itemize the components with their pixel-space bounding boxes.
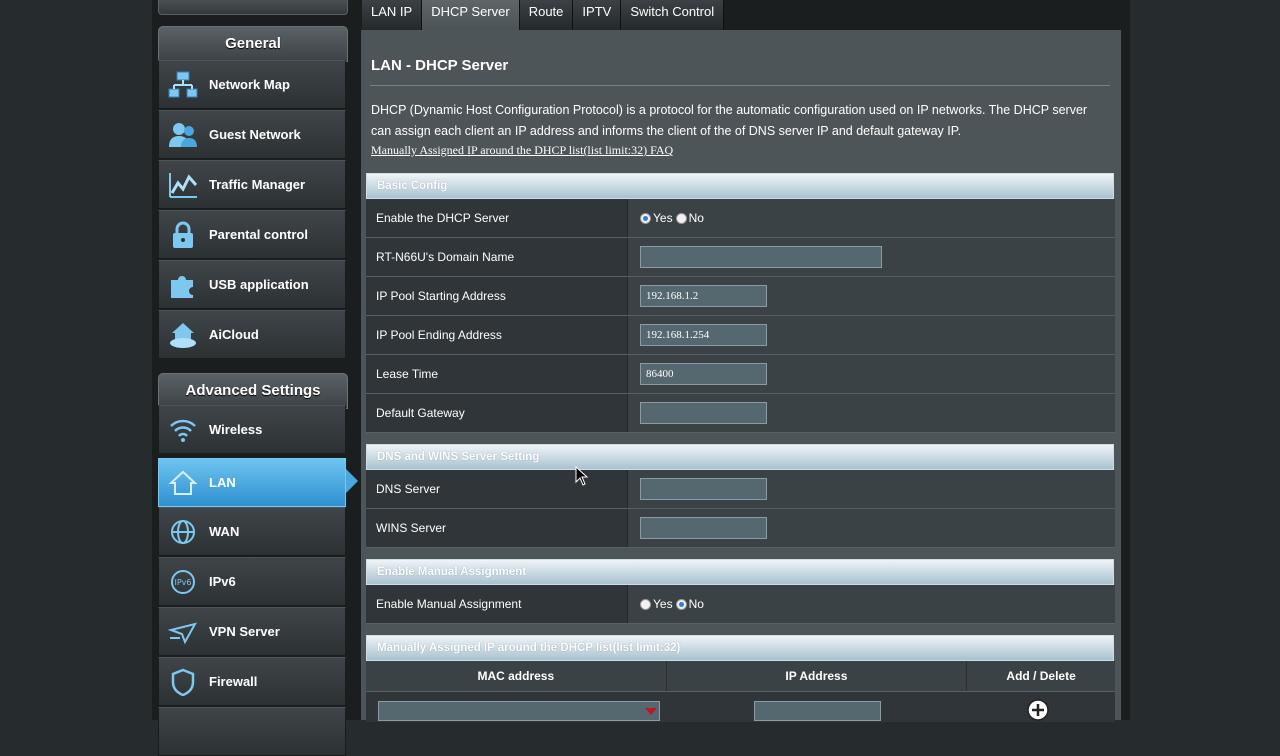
shield-icon [167, 666, 199, 698]
sidebar-item-aicloud[interactable]: AiCloud [158, 310, 346, 359]
sidebar-top-stub [158, 0, 348, 15]
sidebar-item-parental-control[interactable]: Parental control [158, 210, 346, 259]
advanced-settings-header: Advanced Settings [158, 373, 348, 409]
mac-address-select[interactable] [378, 701, 660, 721]
sidebar-item-label: IPv6 [209, 574, 236, 589]
column-header-ip: IP Address [667, 661, 968, 691]
row-lease-time: Lease Time 86400 [366, 355, 1115, 394]
section-header-manual-list: Manually Assigned IP around the DHCP lis… [366, 635, 1114, 661]
sidebar-item-label: Network Map [209, 77, 290, 92]
sidebar-item-next[interactable] [158, 707, 346, 756]
globe-icon [167, 516, 199, 548]
puzzle-icon [167, 269, 199, 301]
row-wins-server: WINS Server [366, 509, 1115, 548]
home-icon [167, 467, 199, 499]
sidebar-item-ipv6[interactable]: IPv6 IPv6 [158, 557, 346, 606]
ipv6-icon: IPv6 [167, 566, 199, 598]
faq-link[interactable]: Manually Assigned IP around the DHCP lis… [371, 143, 673, 158]
main-panel: LAN - DHCP Server DHCP (Dynamic Host Con… [361, 30, 1121, 722]
field-label: Lease Time [366, 355, 628, 393]
network-map-icon [167, 69, 199, 101]
sidebar-item-label: Traffic Manager [209, 177, 306, 192]
svg-text:IPv6: IPv6 [174, 578, 191, 587]
row-default-gateway: Default Gateway [366, 394, 1115, 433]
row-domain-name: RT-N66U's Domain Name [366, 238, 1115, 277]
sidebar-item-guest-network[interactable]: Guest Network [158, 110, 346, 159]
manual-ip-input[interactable] [754, 701, 881, 721]
column-header-add-delete: Add / Delete [1006, 669, 1076, 683]
field-label: IP Pool Ending Address [366, 316, 628, 354]
sidebar-item-vpn-server[interactable]: VPN Server [158, 607, 346, 656]
pool-start-input[interactable]: 192.168.1.2 [640, 285, 767, 307]
sidebar-item-label: Parental control [209, 227, 308, 242]
sidebar-item-firewall[interactable]: Firewall [158, 657, 346, 706]
sidebar-item-label: USB application [209, 277, 309, 292]
sidebar-item-label: Guest Network [209, 127, 301, 142]
field-label: Enable Manual Assignment [366, 585, 628, 623]
enable-dhcp-no-radio[interactable] [675, 212, 687, 224]
sidebar-item-wireless[interactable]: Wireless [158, 405, 346, 454]
radio-label-no: No [688, 211, 704, 225]
section-header-dns-wins: DNS and WINS Server Setting [366, 444, 1114, 470]
manual-list-column-headers: MAC address IP Address Add / Delete [366, 661, 1115, 692]
column-header-mac: MAC address [366, 661, 667, 691]
radio-label-yes: Yes [653, 211, 673, 225]
add-circle-icon[interactable] [1027, 699, 1049, 721]
field-label: RT-N66U's Domain Name [366, 238, 628, 276]
row-enable-manual-assignment: Enable Manual Assignment Yes No [366, 585, 1115, 624]
mouse-cursor-icon [575, 466, 589, 486]
tab-route[interactable]: Route [519, 0, 574, 30]
radio-label-no: No [688, 597, 704, 611]
manual-assignment-yes-radio[interactable] [640, 598, 651, 610]
sidebar-item-lan[interactable]: LAN [158, 458, 346, 507]
tab-lan-ip[interactable]: LAN IP [362, 0, 423, 30]
sidebar-item-label: LAN [209, 475, 236, 490]
sidebar-item-network-map[interactable]: Network Map [158, 60, 346, 109]
section-header-manual-assignment: Enable Manual Assignment [366, 559, 1114, 585]
manual-assignment-no-radio[interactable] [675, 598, 687, 610]
sidebar-item-usb-application[interactable]: USB application [158, 260, 346, 309]
field-label: Enable the DHCP Server [366, 199, 628, 237]
field-label: WINS Server [366, 509, 628, 547]
traffic-manager-icon [167, 169, 199, 201]
manual-list-input-row [366, 692, 1115, 722]
field-label: IP Pool Starting Address [366, 277, 628, 315]
tab-dhcp-server[interactable]: DHCP Server [422, 0, 520, 30]
field-label: Default Gateway [366, 394, 628, 432]
tab-switch-control[interactable]: Switch Control [621, 0, 725, 30]
sidebar-item-label: VPN Server [209, 624, 280, 639]
tab-iptv[interactable]: IPTV [573, 0, 622, 30]
row-pool-end: IP Pool Ending Address 192.168.1.254 [366, 316, 1115, 355]
sidebar-item-label: Firewall [209, 674, 258, 689]
section-header-basic-config: Basic Config [366, 173, 1114, 199]
row-pool-start: IP Pool Starting Address 192.168.1.2 [366, 277, 1115, 316]
sidebar-item-label: WAN [209, 524, 240, 539]
tab-bar: LAN IP DHCP Server Route IPTV Switch Con… [362, 0, 725, 30]
sidebar-item-label: AiCloud [209, 327, 259, 342]
wins-server-input[interactable] [640, 517, 767, 539]
row-enable-dhcp: Enable the DHCP Server Yes No [366, 199, 1115, 238]
lease-time-input[interactable]: 86400 [640, 363, 767, 385]
page-title: LAN - DHCP Server [371, 57, 509, 74]
domain-name-input[interactable] [640, 246, 882, 268]
cloud-house-icon [167, 319, 199, 351]
lock-icon [167, 219, 199, 251]
general-section-header: General [158, 26, 348, 62]
wireless-icon [167, 414, 199, 446]
sidebar-item-wan[interactable]: WAN [158, 507, 346, 556]
pool-end-input[interactable]: 192.168.1.254 [640, 324, 767, 346]
dropdown-arrow-icon [645, 708, 657, 715]
title-divider [370, 85, 1110, 86]
active-item-pointer [346, 469, 358, 493]
page-description: DHCP (Dynamic Host Configuration Protoco… [371, 103, 1088, 138]
enable-dhcp-yes-radio[interactable] [640, 212, 651, 224]
row-dns-server: DNS Server [366, 470, 1115, 509]
default-gateway-input[interactable] [640, 402, 767, 424]
guest-network-icon [167, 119, 199, 151]
vpn-server-icon [167, 616, 199, 648]
dns-server-input[interactable] [640, 478, 767, 500]
sidebar-item-label: Wireless [209, 422, 263, 437]
radio-label-yes: Yes [653, 597, 673, 611]
sidebar-item-traffic-manager[interactable]: Traffic Manager [158, 160, 346, 209]
